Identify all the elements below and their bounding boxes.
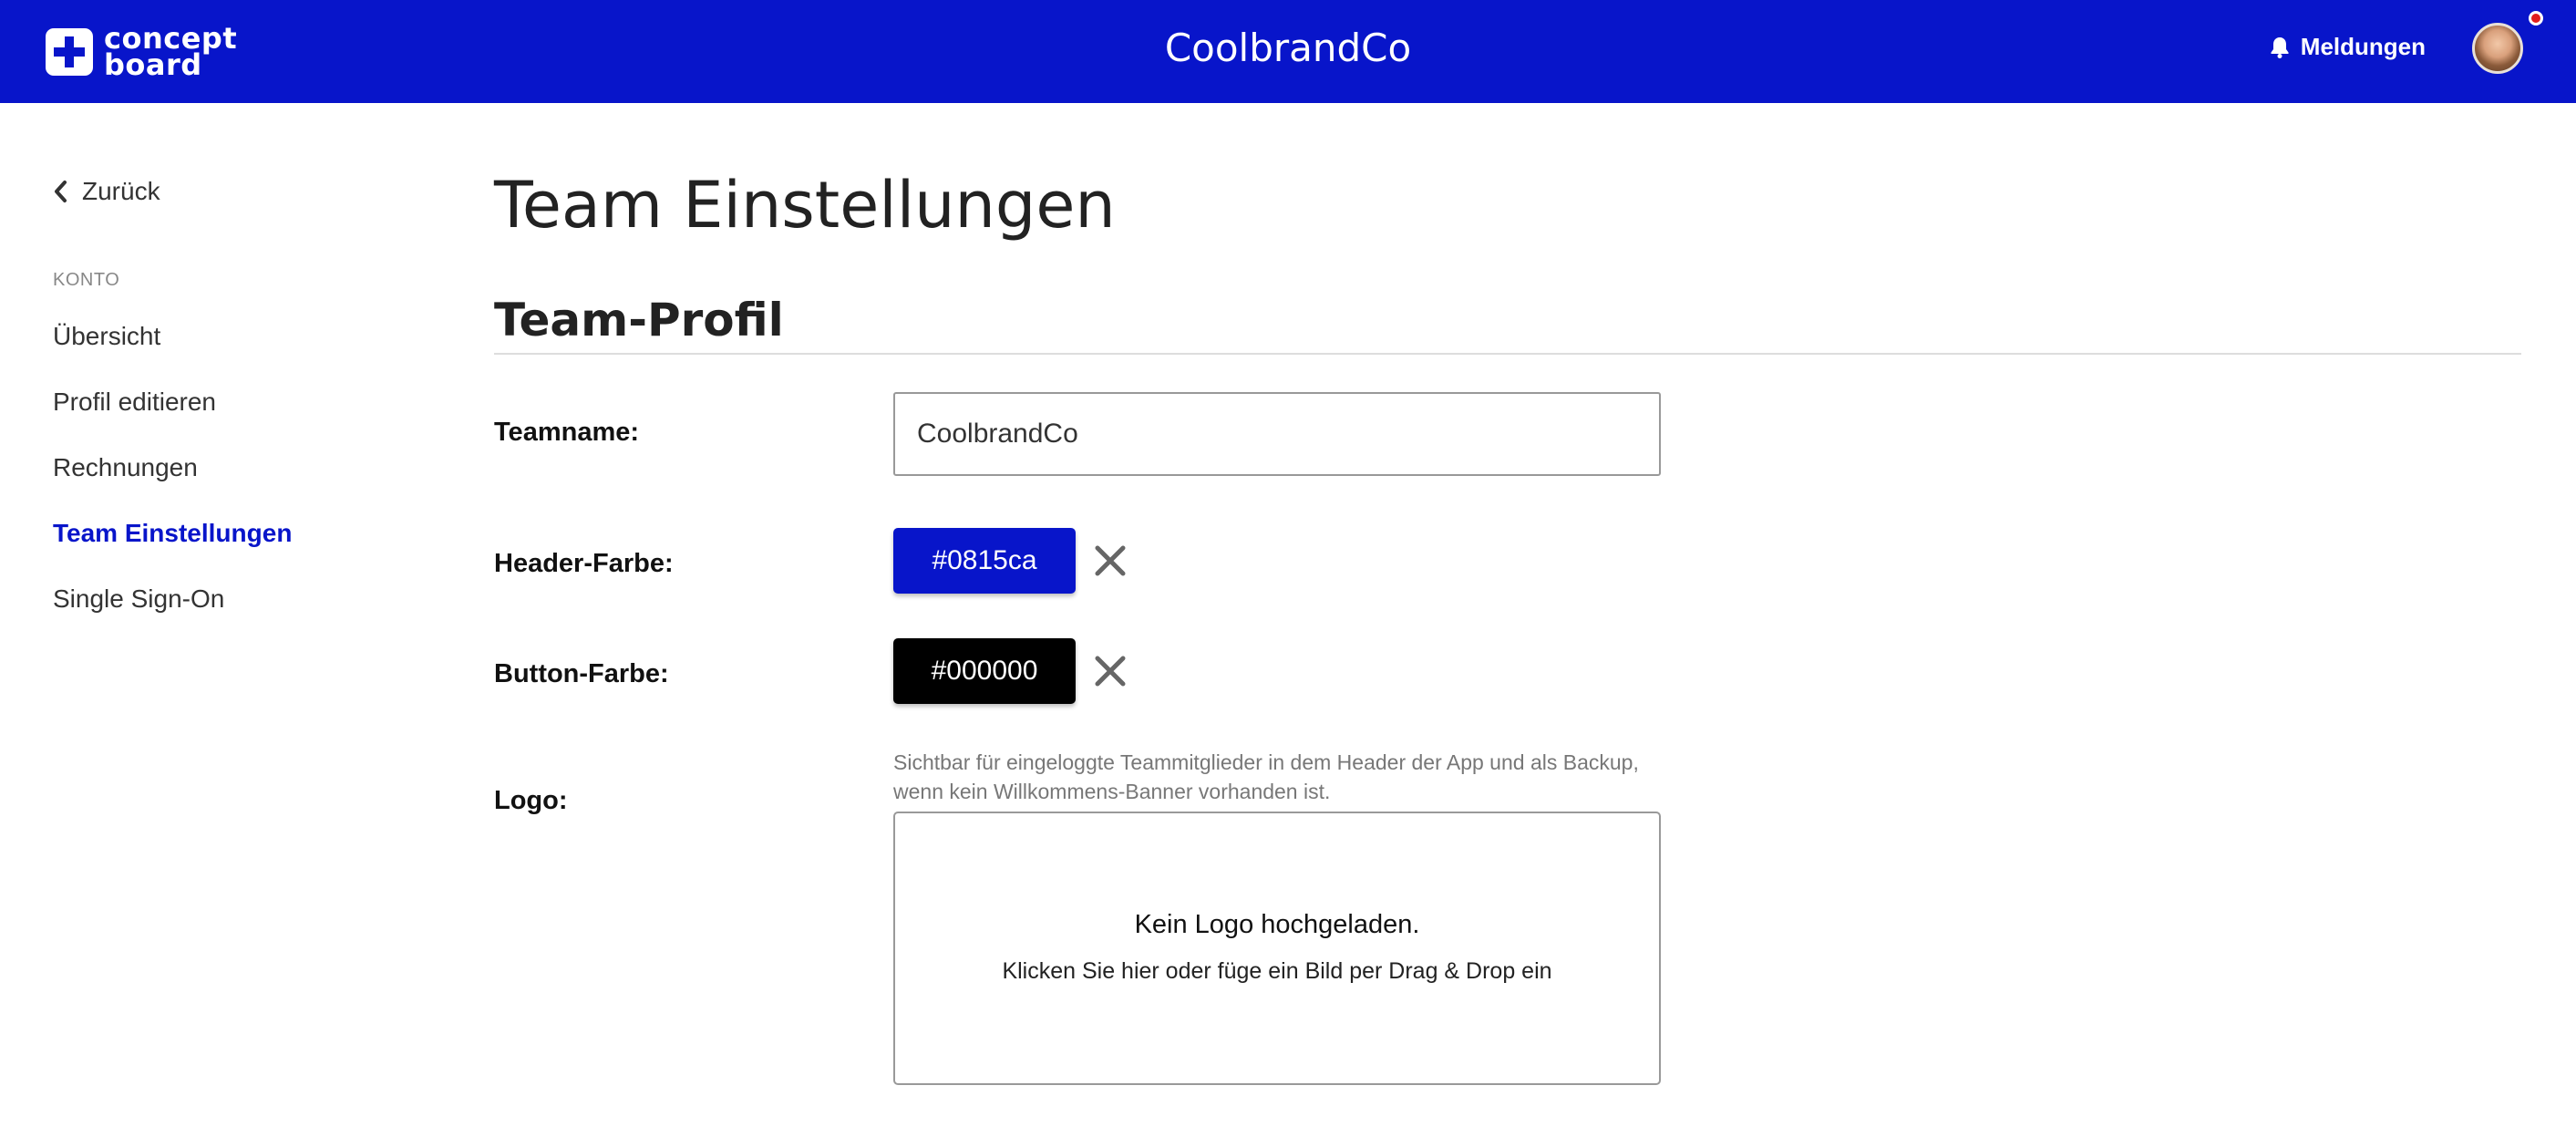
back-link[interactable]: Zurück <box>53 173 417 210</box>
page-title: Team Einstellungen <box>494 168 1116 243</box>
logo-label: Logo: <box>494 786 568 815</box>
sidebar-item-overview[interactable]: Übersicht <box>53 304 417 369</box>
settings-sidebar: Zurück KONTO Übersicht Profil editieren … <box>53 173 417 632</box>
dropzone-title: Kein Logo hochgeladen. <box>1134 910 1420 939</box>
chevron-left-icon <box>55 181 67 202</box>
bell-icon <box>2271 36 2289 58</box>
header-color-label: Header-Farbe: <box>494 549 674 578</box>
close-icon[interactable] <box>1092 653 1128 689</box>
button-color-label: Button-Farbe: <box>494 659 669 688</box>
sidebar-item-invoices[interactable]: Rechnungen <box>53 435 417 501</box>
dropzone-subtitle: Klicken Sie hier oder füge ein Bild per … <box>1002 958 1552 984</box>
header-color-button[interactable]: #0815ca <box>893 528 1076 594</box>
notifications-label: Meldungen <box>2300 33 2426 60</box>
sidebar-item-single-sign-on[interactable]: Single Sign-On <box>53 566 417 632</box>
teamname-label: Teamname: <box>494 418 640 447</box>
section-title: Team-Profil <box>494 287 2521 355</box>
logo-hint-line-1: Sichtbar für eingeloggte Teammitglieder … <box>893 750 1639 774</box>
teamname-input[interactable]: CoolbrandCo <box>893 392 1661 476</box>
team-name-title: CoolbrandCo <box>1164 26 1412 70</box>
user-avatar[interactable] <box>2472 23 2523 74</box>
logo-dropzone[interactable]: Kein Logo hochgeladen. Klicken Sie hier … <box>893 812 1661 1085</box>
sidebar-item-team-settings[interactable]: Team Einstellungen <box>53 501 417 566</box>
close-icon[interactable] <box>1092 543 1128 579</box>
back-label: Zurück <box>82 177 160 205</box>
settings-main: Team Einstellungen Team-Profil Teamname:… <box>494 160 2521 1085</box>
sidebar-section-label: KONTO <box>53 270 120 290</box>
sidebar-item-edit-profile[interactable]: Profil editieren <box>53 369 417 435</box>
notification-dot <box>2529 11 2543 26</box>
logo-hint: Sichtbar für eingeloggte Teammitglieder … <box>893 748 1677 806</box>
notifications-button[interactable]: Meldungen <box>2270 33 2426 61</box>
button-color-button[interactable]: #000000 <box>893 638 1076 704</box>
app-header: concept board CoolbrandCo Meldungen <box>0 0 2576 103</box>
logo-hint-line-2: wenn kein Willkommens-Banner vorhanden i… <box>893 780 1331 803</box>
